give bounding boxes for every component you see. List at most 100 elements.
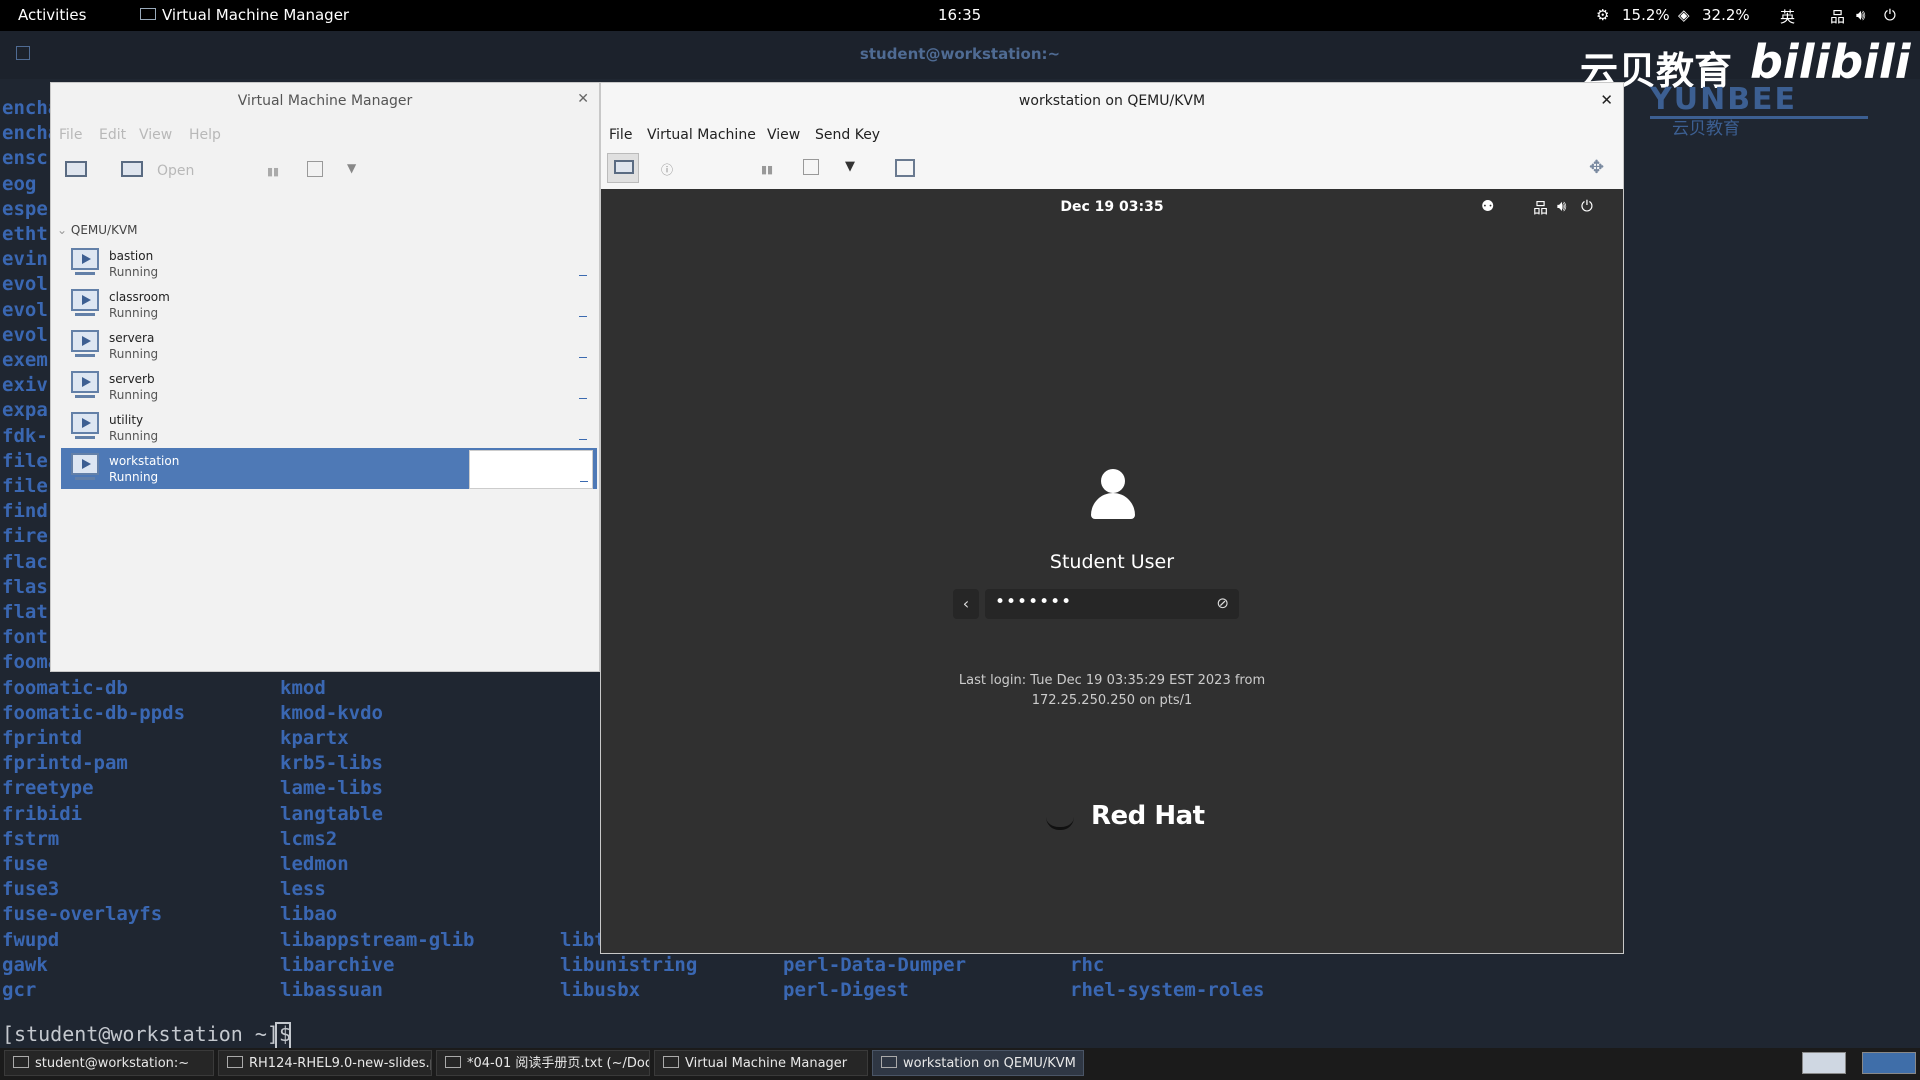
vmm-icon: [881, 1056, 897, 1068]
cpu-icon: ⚙: [1596, 6, 1610, 24]
terminal-line: flac: [2, 550, 48, 573]
input-method-indicator[interactable]: 英: [1780, 6, 1795, 27]
viewer-menu-virtual-machine[interactable]: Virtual Machine: [647, 127, 756, 143]
watermark-en: YUNBEE: [1650, 82, 1798, 117]
viewer-close-icon[interactable]: ✕: [1600, 91, 1613, 109]
vm-running-icon: [71, 248, 99, 270]
pause-icon[interactable]: ▮▮: [267, 165, 279, 178]
open-icon[interactable]: [121, 161, 143, 177]
viewer-menu-view[interactable]: View: [767, 127, 800, 143]
user-avatar: [1101, 469, 1125, 493]
network-icon[interactable]: 品: [1830, 6, 1845, 27]
open-button[interactable]: Open: [157, 163, 194, 179]
terminal-line: less: [280, 878, 326, 901]
chevron-left-icon: ‹: [962, 594, 970, 613]
vmm-menu-help[interactable]: Help: [189, 127, 221, 143]
vm-row[interactable]: workstation Running: [61, 448, 597, 489]
connection-group[interactable]: ⌄ QEMU/KVM: [57, 223, 138, 237]
terminal-line: kmod-kvdo: [280, 701, 383, 724]
terminal-cursor: [275, 1022, 291, 1050]
viewer-menu-send-key[interactable]: Send Key: [815, 127, 880, 143]
shutdown-icon[interactable]: [307, 161, 323, 177]
workspace-2[interactable]: [1862, 1052, 1916, 1074]
task-label: RH124-RHEL9.0-new-slides.pdf ...: [249, 1056, 432, 1071]
vmm-close-icon[interactable]: ✕: [577, 91, 589, 107]
terminal-line: flat: [2, 601, 48, 623]
watermark-cn-small: 云贝教育: [1672, 119, 1740, 139]
app-menu[interactable]: Virtual Machine Manager: [140, 6, 349, 24]
redhat-brand: Red Hat: [1091, 801, 1205, 831]
activities-button[interactable]: Activities: [18, 6, 86, 24]
connection-name: QEMU/KVM: [70, 223, 138, 237]
terminal-line: evol: [2, 298, 48, 321]
vm-icon-stand: [75, 436, 95, 439]
guest-clock[interactable]: Dec 19 03:35: [601, 199, 1623, 215]
terminal-line: libao: [280, 903, 338, 926]
task-terminal[interactable]: student@workstation:~: [4, 1050, 214, 1076]
terminal-line: krb5-libs: [280, 752, 383, 775]
vm-icon-stand: [75, 395, 95, 398]
guest-volume-icon[interactable]: 🔊︎: [1557, 197, 1566, 215]
guest-screen[interactable]: Dec 19 03:35 ⚉ 品 🔊︎ ⏻ Student User ‹ •••…: [601, 189, 1623, 953]
cpu-usage-line: [579, 275, 587, 276]
cpu-usage-line: [580, 481, 588, 482]
app-name-label: Virtual Machine Manager: [162, 6, 350, 24]
volume-icon[interactable]: 🔊︎: [1856, 6, 1865, 24]
terminal-line: rhc: [1070, 953, 1105, 976]
console-view-button[interactable]: [607, 153, 639, 183]
terminal-line: libusbx: [560, 979, 641, 1001]
vm-icon-stand: [75, 354, 95, 357]
shutdown-icon[interactable]: [803, 159, 819, 175]
password-input[interactable]: ••••••• ⊘: [985, 589, 1239, 619]
vm-row[interactable]: bastion Running: [61, 243, 597, 284]
terminal-line: ledmon: [280, 853, 349, 875]
terminal-line: fwupd: [2, 928, 60, 951]
vmm-toolbar: Open ▮▮ ▼: [51, 153, 599, 193]
details-view-icon[interactable]: ⓘ: [661, 161, 673, 178]
task-viewer[interactable]: workstation on QEMU/KVM: [872, 1050, 1084, 1076]
clock[interactable]: 16:35: [938, 6, 981, 24]
terminal-line: gcr: [2, 979, 37, 1001]
viewer-menu-file[interactable]: File: [609, 127, 632, 143]
vm-row[interactable]: servera Running: [61, 325, 597, 366]
guest-network-icon[interactable]: 品: [1533, 197, 1548, 218]
vmm-icon: [663, 1056, 679, 1068]
fullscreen-icon[interactable]: ✥: [1589, 157, 1604, 178]
new-vm-icon[interactable]: [65, 161, 87, 177]
shutdown-menu-chevron-icon[interactable]: ▼: [845, 159, 855, 174]
terminal-line: foomatic-db-ppds: [2, 701, 186, 724]
terminal-line: evol: [2, 323, 48, 346]
terminal-prompt: [student@workstation ~]$: [2, 1022, 304, 1046]
collapse-chevron-icon[interactable]: ⌄: [57, 223, 67, 237]
task-pdf[interactable]: RH124-RHEL9.0-new-slides.pdf ...: [218, 1050, 432, 1076]
redhat-logo-icon: [1046, 817, 1074, 830]
vm-row[interactable]: classroom Running: [61, 284, 597, 325]
pause-icon[interactable]: ▮▮: [761, 163, 773, 176]
terminal-line: libappstream-glib: [280, 928, 475, 951]
power-icon[interactable]: ⏻: [1884, 6, 1896, 24]
workspace-1[interactable]: [1802, 1052, 1846, 1074]
vm-row[interactable]: utility Running: [61, 407, 597, 448]
activities-label: Activities: [18, 6, 87, 24]
terminal-line: ensc: [2, 147, 48, 170]
accessibility-icon[interactable]: ⚉: [1481, 197, 1494, 215]
task-vmm[interactable]: Virtual Machine Manager: [654, 1050, 868, 1076]
vmm-menu-view[interactable]: View: [139, 127, 172, 143]
hide-password-icon[interactable]: ⊘: [1216, 594, 1229, 612]
terminal-line: flas: [2, 575, 48, 598]
snapshots-icon[interactable]: [895, 159, 915, 177]
back-button[interactable]: ‹: [953, 589, 979, 619]
cpu-usage-line: [579, 316, 587, 317]
vm-name: serverb: [109, 372, 155, 386]
task-text-editor[interactable]: *04-01 阅读手册页.txt (~/Docume...: [436, 1050, 650, 1076]
cpu-usage-graph: [469, 327, 591, 364]
last-login-line-2: 172.25.250.250 on pts/1: [1031, 693, 1193, 708]
vmm-menu-edit[interactable]: Edit: [99, 127, 126, 143]
terminal-line: exem: [2, 349, 48, 371]
guest-power-icon[interactable]: ⏻: [1581, 197, 1593, 215]
vm-row[interactable]: serverb Running: [61, 366, 597, 407]
terminal-line: exiv: [2, 374, 48, 397]
vmm-menu-file[interactable]: File: [59, 127, 82, 143]
shutdown-menu-chevron-icon[interactable]: ▼: [347, 161, 356, 175]
vm-status: Running: [109, 429, 159, 443]
